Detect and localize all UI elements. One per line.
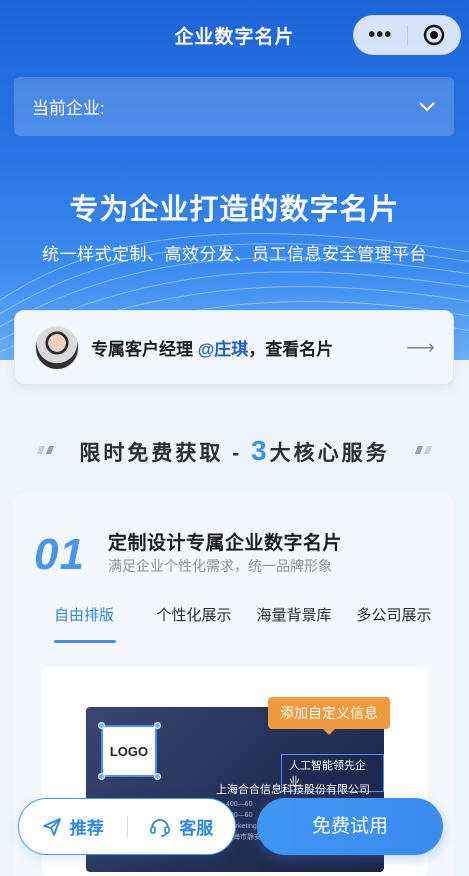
- active-tab-indicator: [54, 640, 116, 643]
- action-pill: 推荐 客服: [18, 798, 236, 855]
- tab-free-layout[interactable]: 自由排版: [14, 604, 154, 625]
- company-selector[interactable]: 当前企业:: [14, 77, 454, 136]
- account-manager-card[interactable]: 专属客户经理 @庄琪，查看名片 ⟶: [14, 310, 454, 385]
- logo-placeholder: LOGO: [101, 725, 157, 777]
- tab-personalized[interactable]: 个性化展示: [144, 604, 244, 625]
- handle-dot: [98, 773, 105, 780]
- feature-number: 01: [34, 530, 85, 579]
- feature-title: 定制设计专属企业数字名片: [108, 533, 343, 554]
- tab-multi-company[interactable]: 多公司展示: [344, 604, 444, 625]
- hero-banner: 企业数字名片 ••• 当前企业: 专为企业打造的数字名片 统一样式定制、高效分发…: [0, 0, 469, 360]
- manager-suffix: ，查看名片: [248, 340, 334, 359]
- send-icon: [42, 817, 61, 836]
- handle-dot: [98, 722, 105, 729]
- recommend-button[interactable]: 推荐: [19, 799, 127, 854]
- section-title-suffix: 大核心服务: [269, 442, 390, 465]
- company-selector-label: 当前企业:: [32, 99, 105, 118]
- title-decoration-right: [415, 446, 432, 454]
- arrow-right-icon: ⟶: [406, 337, 435, 359]
- manager-name: @庄琪: [197, 340, 249, 359]
- recommend-label: 推荐: [69, 819, 104, 838]
- handle-dot: [154, 722, 161, 729]
- custom-info-tag: 添加自定义信息: [268, 697, 390, 735]
- target-icon[interactable]: [407, 24, 460, 46]
- chevron-down-icon: [419, 101, 435, 111]
- manager-text: 专属客户经理 @庄琪，查看名片: [91, 335, 406, 360]
- handle-dot: [154, 773, 161, 780]
- hero-headline: 专为企业打造的数字名片: [69, 194, 400, 226]
- hero-subline: 统一样式定制、高效分发、员工信息安全管理平台: [42, 245, 427, 264]
- more-dots-icon[interactable]: •••: [354, 15, 407, 55]
- avatar: [35, 325, 79, 370]
- free-trial-button[interactable]: 免费试用: [257, 798, 443, 855]
- feature-subtitle: 满足企业个性化需求，统一品牌形象: [108, 558, 332, 574]
- headset-icon: [150, 818, 171, 837]
- feature-tabs: 自由排版 个性化展示 海量背景库 多公司展示: [14, 604, 454, 625]
- section-title-prefix: 限时免费获取 -: [79, 442, 252, 465]
- mini-program-capsule: •••: [353, 15, 461, 55]
- service-button[interactable]: 客服: [128, 799, 236, 854]
- card-company-name: 上海合合信息科技股份有限公司: [216, 784, 370, 796]
- section-title-number: 3: [251, 435, 270, 466]
- service-label: 客服: [179, 819, 214, 838]
- tab-background-library[interactable]: 海量背景库: [244, 604, 344, 625]
- section-title: 限时免费获取 - 3大核心服务: [0, 435, 469, 467]
- manager-prefix: 专属客户经理: [91, 340, 198, 359]
